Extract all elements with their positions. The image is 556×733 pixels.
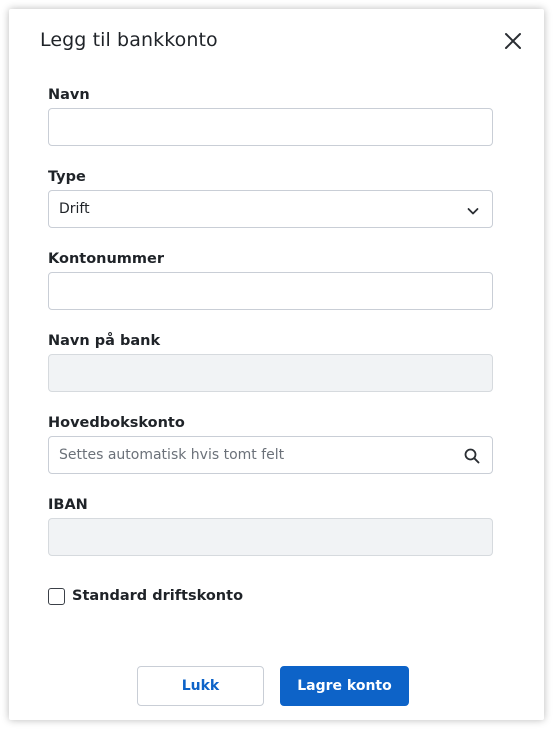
close-icon[interactable] xyxy=(501,29,525,53)
iban-label: IBAN xyxy=(48,497,88,513)
hovedbokskonto-label: Hovedbokskonto xyxy=(48,415,185,431)
bank-name-input xyxy=(48,354,493,392)
iban-input xyxy=(48,518,493,556)
close-button[interactable]: Lukk xyxy=(137,666,264,706)
hovedbokskonto-search-input[interactable]: Settes automatisk hvis tomt felt xyxy=(48,436,493,474)
add-bank-account-dialog: Legg til bankkonto Navn Type Drift Konto… xyxy=(9,9,544,720)
save-account-button[interactable]: Lagre konto xyxy=(280,666,409,706)
kontonummer-input[interactable] xyxy=(48,272,493,310)
navn-input[interactable] xyxy=(48,108,493,146)
standard-account-checkbox[interactable] xyxy=(48,588,65,605)
type-select[interactable]: Drift xyxy=(48,190,493,228)
chevron-down-icon xyxy=(466,203,480,217)
search-icon[interactable] xyxy=(463,447,481,465)
kontonummer-label: Kontonummer xyxy=(48,251,165,267)
type-label: Type xyxy=(48,169,86,185)
type-select-value: Drift xyxy=(59,201,90,217)
dialog-title: Legg til bankkonto xyxy=(40,29,218,51)
navn-label: Navn xyxy=(48,87,90,103)
bank-name-label: Navn på bank xyxy=(48,333,161,349)
hovedbokskonto-placeholder: Settes automatisk hvis tomt felt xyxy=(59,447,285,463)
standard-account-label: Standard driftskonto xyxy=(72,588,244,604)
